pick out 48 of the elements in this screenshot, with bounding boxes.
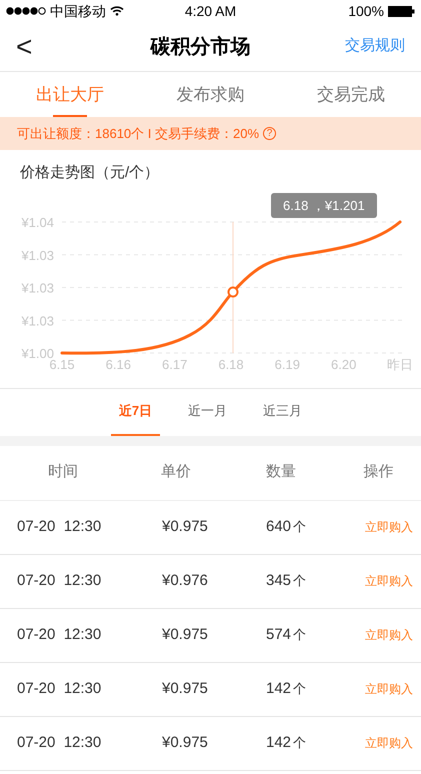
- unit-label: 个: [293, 572, 306, 590]
- price-cell-text: ¥0.975: [161, 516, 209, 537]
- signal-icon: [6, 7, 46, 15]
- range-tab[interactable]: 近7日: [110, 388, 160, 436]
- rules-link[interactable]: 交易规则: [325, 35, 405, 58]
- buy-now-link[interactable]: 立即购入: [365, 734, 421, 752]
- notice-text: 可出让额度：18610个 I 交易手续费：20%: [17, 124, 260, 143]
- back-button[interactable]: <: [16, 32, 76, 60]
- battery-icon: [388, 6, 415, 16]
- price-cell-text: ¥0.976: [161, 570, 209, 591]
- column-header: 时间: [47, 462, 79, 482]
- help-button[interactable]: ?: [263, 127, 276, 140]
- wifi-icon: [110, 6, 124, 16]
- battery-percent: 100%: [348, 2, 384, 20]
- unit-label: 个: [293, 626, 306, 644]
- buy-now-link[interactable]: 立即购入: [365, 518, 421, 536]
- quantity-cell-text: 142: [266, 732, 292, 753]
- column-header: 操作: [362, 462, 394, 482]
- column-header: 数量: [265, 462, 297, 482]
- price-tooltip: 6.18 ，¥1.201: [271, 192, 377, 218]
- unit-label: 个: [293, 734, 306, 752]
- tab[interactable]: 交易完成: [280, 72, 421, 117]
- clock: 4:20 AM: [184, 2, 236, 20]
- time-cell-text: 07-20 12:30: [16, 678, 102, 699]
- unit-label: 个: [293, 518, 306, 536]
- range-tab[interactable]: 近三月: [255, 388, 310, 436]
- price-cell-text: ¥0.975: [161, 624, 209, 645]
- carrier: 中国移动: [50, 2, 106, 20]
- buy-now-link[interactable]: 立即购入: [365, 626, 421, 644]
- page-title: 碳积分市场: [149, 34, 252, 60]
- quantity-cell-text: 574: [266, 624, 292, 645]
- time-cell-text: 07-20 12:30: [16, 624, 102, 645]
- range-tab[interactable]: 近一月: [180, 388, 236, 436]
- quantity-cell-text: 345: [266, 570, 292, 591]
- time-cell-text: 07-20 12:30: [16, 570, 102, 591]
- quantity-cell-text: 142: [266, 678, 292, 699]
- buy-now-link[interactable]: 立即购入: [365, 680, 421, 698]
- quantity-cell-text: 640: [266, 516, 292, 537]
- time-cell-text: 07-20 12:30: [16, 516, 102, 537]
- chart-title: 价格走势图（元/个）: [19, 163, 160, 183]
- buy-now-link[interactable]: 立即购入: [365, 572, 421, 590]
- time-cell-text: 07-20 12:30: [16, 732, 102, 753]
- tab[interactable]: 发布求购: [140, 72, 281, 117]
- column-header: 单价: [160, 462, 192, 482]
- price-cell-text: ¥0.975: [161, 732, 209, 753]
- unit-label: 个: [293, 680, 306, 698]
- price-cell-text: ¥0.975: [161, 678, 209, 699]
- tab[interactable]: 出让大厅: [0, 72, 140, 117]
